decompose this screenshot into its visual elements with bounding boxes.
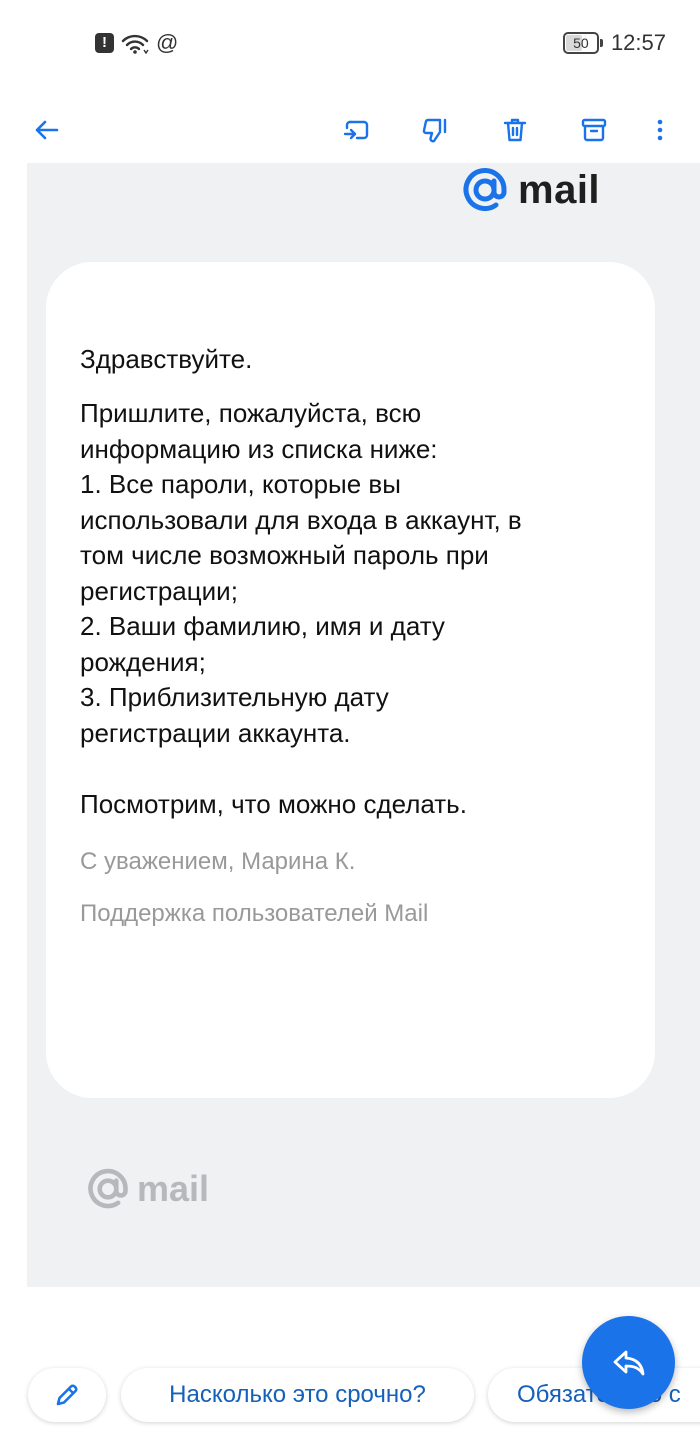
alert-icon: ! — [95, 33, 114, 53]
email-body-frame: mail Здравствуйте. Пришлите, пожалуйста,… — [27, 163, 700, 1287]
message-body: Пришлите, пожалуйста, всю информацию из … — [80, 396, 621, 751]
pencil-icon — [56, 1384, 78, 1406]
body-line: информацию из списка ниже: — [80, 433, 438, 464]
body-line: Пришлите, пожалуйста, всю — [80, 398, 422, 428]
quick-reply-urgency[interactable]: Насколько это срочно? — [121, 1368, 474, 1422]
archive-button[interactable] — [574, 110, 614, 150]
reply-icon — [613, 1350, 644, 1375]
body-line: регистрации аккаунта. — [80, 717, 351, 748]
body-line: 2. Ваши фамилию, имя и дату — [80, 611, 445, 641]
body-line: том числе возможный пароль при — [80, 540, 489, 570]
thumbs-down-icon — [422, 118, 447, 143]
email-toolbar — [0, 100, 700, 160]
clock: 12:57 — [610, 30, 666, 55]
mail-logo-text: mail — [518, 168, 601, 212]
at-logo-gray-icon — [88, 1168, 128, 1209]
mail-logo-bottom: mail — [85, 1166, 209, 1212]
move-button[interactable] — [336, 110, 376, 150]
archive-icon — [581, 118, 607, 142]
support-team: Поддержка пользователей Mail — [80, 900, 429, 927]
status-icons-left: ! @ — [95, 30, 178, 56]
mail-logo-gray-text: mail — [137, 1168, 210, 1209]
spam-button[interactable] — [415, 110, 455, 150]
more-vertical-icon — [657, 119, 663, 141]
body-line: регистрации; — [80, 575, 238, 606]
status-icons-right: 50 12:57 — [562, 28, 666, 58]
body-line: использовали для входа в аккаунт, в — [80, 504, 522, 535]
delete-button[interactable] — [495, 110, 535, 150]
at-logo-icon — [463, 168, 507, 211]
back-button[interactable] — [26, 110, 66, 150]
body-line: 3. Приблизительную дату — [80, 682, 389, 712]
wifi-icon — [121, 34, 149, 54]
move-to-folder-icon — [343, 120, 369, 140]
status-bar: ! @ 50 12:57 — [0, 0, 700, 90]
closing-line: Посмотрим, что можно сделать. — [80, 789, 467, 819]
signature: С уважением, Марина К. — [80, 848, 356, 875]
body-line: 1. Все пароли, которые вы — [80, 469, 401, 499]
compose-reply-button[interactable] — [28, 1368, 106, 1422]
greeting: Здравствуйте. — [80, 344, 253, 374]
message-card: Здравствуйте. Пришлите, пожалуйста, всю … — [46, 262, 655, 1098]
battery-level: 50 — [573, 35, 589, 51]
mail-logo-top: mail — [460, 165, 600, 215]
back-arrow-icon — [35, 120, 59, 140]
more-button[interactable] — [640, 110, 680, 150]
at-sign-icon: @ — [156, 30, 179, 55]
battery-icon: 50 — [562, 32, 603, 54]
reply-fab[interactable] — [582, 1316, 675, 1409]
body-line: рождения; — [80, 646, 206, 677]
trash-icon — [503, 118, 527, 142]
